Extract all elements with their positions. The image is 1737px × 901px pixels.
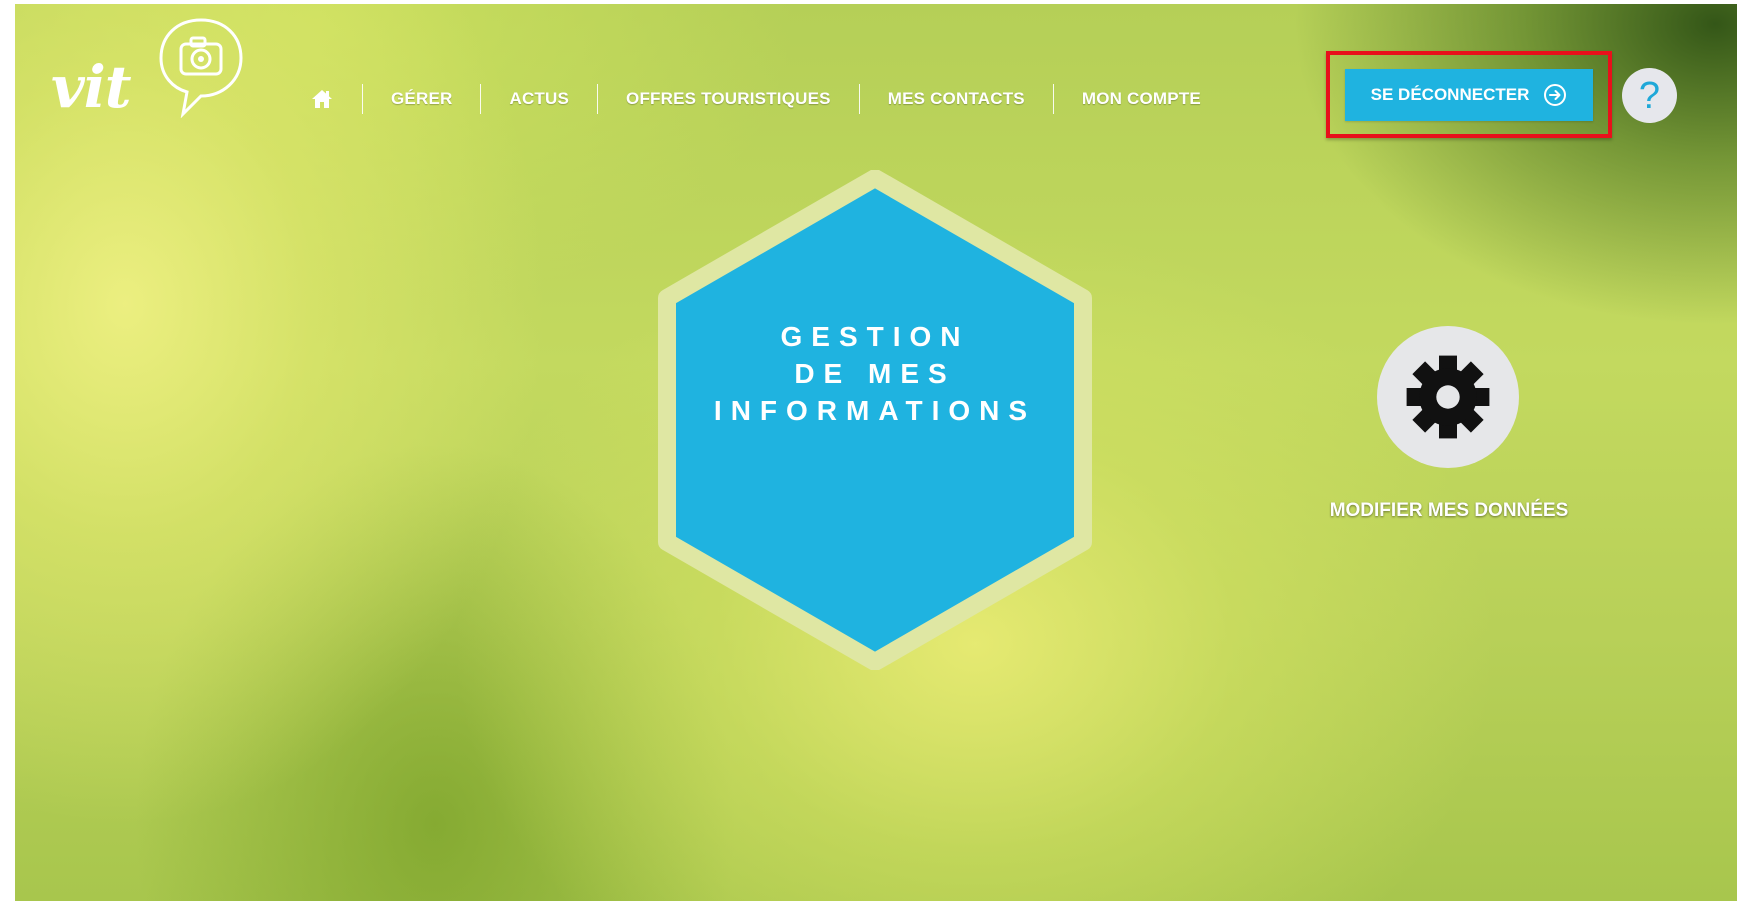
home-icon	[312, 90, 332, 108]
nav-item-offres-touristiques[interactable]: OFFRES TOURISTIQUES	[626, 89, 831, 109]
nav-item-gerer[interactable]: GÉRER	[391, 89, 452, 109]
hexagon-title: GESTION DE MES INFORMATIONS	[650, 318, 1100, 429]
nav-divider	[362, 84, 363, 114]
gear-icon	[1406, 355, 1490, 439]
page-background: vit GÉRER ACTUS OFFRES TOURISTIQUES MES …	[15, 4, 1737, 901]
nav-divider	[1052, 84, 1054, 114]
camera-bubble-icon	[159, 18, 243, 118]
nav-home[interactable]	[310, 88, 334, 110]
hexagon-title-line: INFORMATIONS	[713, 395, 1037, 426]
help-icon: ?	[1638, 74, 1661, 117]
nav-divider	[480, 84, 482, 114]
logout-button-label: SE DÉCONNECTER	[1370, 85, 1530, 104]
hexagon-title-line: GESTION	[780, 321, 970, 352]
nav-divider	[858, 84, 860, 114]
main-nav: GÉRER ACTUS OFFRES TOURISTIQUES MES CONT…	[310, 84, 1201, 114]
nav-divider	[597, 84, 599, 114]
arrow-circle-right-icon	[1544, 84, 1567, 106]
nav-item-actus[interactable]: ACTUS	[509, 89, 569, 109]
logo-text: vit	[51, 53, 132, 121]
gear-icon-circle	[1377, 326, 1519, 468]
nav-item-mon-compte[interactable]: MON COMPTE	[1082, 89, 1201, 109]
logout-button[interactable]: SE DÉCONNECTER	[1345, 69, 1593, 121]
help-button[interactable]: ?	[1622, 68, 1677, 123]
logo[interactable]: vit	[51, 14, 251, 124]
nav-item-mes-contacts[interactable]: MES CONTACTS	[888, 89, 1025, 109]
modify-data-label: MODIFIER MES DONNÉES	[1329, 500, 1569, 521]
modify-data-tile[interactable]: MODIFIER MES DONNÉES	[1299, 326, 1568, 526]
hexagon-title-line: DE MES	[794, 358, 956, 389]
